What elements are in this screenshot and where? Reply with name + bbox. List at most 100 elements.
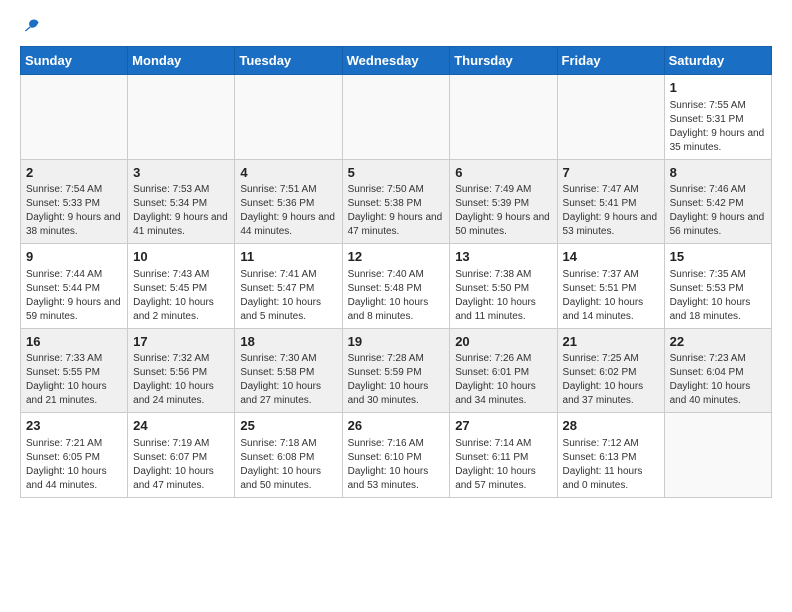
weekday-header-wednesday: Wednesday xyxy=(342,47,450,75)
day-number: 19 xyxy=(348,333,445,351)
calendar-cell: 14 Sunrise: 7:37 AM Sunset: 5:51 PM Dayli… xyxy=(557,244,664,329)
day-info: Sunrise: 7:25 AM Sunset: 6:02 PM Dayligh… xyxy=(563,352,659,408)
day-info: Sunrise: 7:37 AM Sunset: 5:51 PM Dayligh… xyxy=(563,268,659,324)
calendar-cell: 13 Sunrise: 7:38 AM Sunset: 5:50 PM Dayli… xyxy=(450,244,557,329)
day-number: 11 xyxy=(240,248,336,266)
weekday-header-tuesday: Tuesday xyxy=(235,47,342,75)
day-info: Sunrise: 7:54 AM Sunset: 5:33 PM Dayligh… xyxy=(26,183,122,239)
day-number: 12 xyxy=(348,248,445,266)
calendar-cell xyxy=(128,75,235,160)
calendar-cell: 5Sunrise: 7:50 AM Sunset: 5:38 PM Daylig… xyxy=(342,159,450,244)
day-info: Sunrise: 7:14 AM Sunset: 6:11 PM Dayligh… xyxy=(455,437,551,493)
day-info: Sunrise: 7:35 AM Sunset: 5:53 PM Dayligh… xyxy=(670,268,766,324)
weekday-header-monday: Monday xyxy=(128,47,235,75)
calendar-cell xyxy=(664,413,771,498)
day-number: 28 xyxy=(563,417,659,435)
calendar-cell: 25Sunrise: 7:18 AM Sunset: 6:08 PM Dayli… xyxy=(235,413,342,498)
day-info: Sunrise: 7:47 AM Sunset: 5:41 PM Dayligh… xyxy=(563,183,659,239)
calendar-cell: 2Sunrise: 7:54 AM Sunset: 5:33 PM Daylig… xyxy=(21,159,128,244)
day-info: Sunrise: 7:26 AM Sunset: 6:01 PM Dayligh… xyxy=(455,352,551,408)
day-info: Sunrise: 7:28 AM Sunset: 5:59 PM Dayligh… xyxy=(348,352,445,408)
header xyxy=(20,16,772,36)
day-info: Sunrise: 7:23 AM Sunset: 6:04 PM Dayligh… xyxy=(670,352,766,408)
day-info: Sunrise: 7:21 AM Sunset: 6:05 PM Dayligh… xyxy=(26,437,122,493)
day-info: Sunrise: 7:30 AM Sunset: 5:58 PM Dayligh… xyxy=(240,352,336,408)
day-number: 21 xyxy=(563,333,659,351)
day-info: Sunrise: 7:44 AM Sunset: 5:44 PM Dayligh… xyxy=(26,268,122,324)
day-number: 16 xyxy=(26,333,122,351)
day-number: 1 xyxy=(670,79,766,97)
day-number: 5 xyxy=(348,164,445,182)
day-info: Sunrise: 7:43 AM Sunset: 5:45 PM Dayligh… xyxy=(133,268,229,324)
calendar-cell xyxy=(235,75,342,160)
calendar-cell: 12 Sunrise: 7:40 AM Sunset: 5:48 PM Dayli… xyxy=(342,244,450,329)
day-info: Sunrise: 7:12 AM Sunset: 6:13 PM Dayligh… xyxy=(563,437,659,493)
logo-bird-icon xyxy=(22,16,42,36)
weekday-header-sunday: Sunday xyxy=(21,47,128,75)
day-info: Sunrise: 7:51 AM Sunset: 5:36 PM Dayligh… xyxy=(240,183,336,239)
calendar-cell: 19Sunrise: 7:28 AM Sunset: 5:59 PM Dayli… xyxy=(342,328,450,413)
calendar-cell: 8Sunrise: 7:46 AM Sunset: 5:42 PM Daylig… xyxy=(664,159,771,244)
calendar-cell: 6Sunrise: 7:49 AM Sunset: 5:39 PM Daylig… xyxy=(450,159,557,244)
day-number: 9 xyxy=(26,248,122,266)
day-number: 14 xyxy=(563,248,659,266)
day-number: 3 xyxy=(133,164,229,182)
day-info: Sunrise: 7:50 AM Sunset: 5:38 PM Dayligh… xyxy=(348,183,445,239)
day-info: Sunrise: 7:40 AM Sunset: 5:48 PM Dayligh… xyxy=(348,268,445,324)
weekday-header-saturday: Saturday xyxy=(664,47,771,75)
day-number: 15 xyxy=(670,248,766,266)
day-info: Sunrise: 7:53 AM Sunset: 5:34 PM Dayligh… xyxy=(133,183,229,239)
day-info: Sunrise: 7:18 AM Sunset: 6:08 PM Dayligh… xyxy=(240,437,336,493)
calendar-cell: 7Sunrise: 7:47 AM Sunset: 5:41 PM Daylig… xyxy=(557,159,664,244)
calendar-cell xyxy=(342,75,450,160)
day-info: Sunrise: 7:32 AM Sunset: 5:56 PM Dayligh… xyxy=(133,352,229,408)
day-number: 27 xyxy=(455,417,551,435)
calendar-cell: 20Sunrise: 7:26 AM Sunset: 6:01 PM Dayli… xyxy=(450,328,557,413)
day-number: 18 xyxy=(240,333,336,351)
day-number: 17 xyxy=(133,333,229,351)
calendar-cell: 16Sunrise: 7:33 AM Sunset: 5:55 PM Dayli… xyxy=(21,328,128,413)
day-number: 13 xyxy=(455,248,551,266)
calendar-cell: 27 Sunrise: 7:14 AM Sunset: 6:11 PM Dayli… xyxy=(450,413,557,498)
calendar-cell: 18Sunrise: 7:30 AM Sunset: 5:58 PM Dayli… xyxy=(235,328,342,413)
day-number: 6 xyxy=(455,164,551,182)
logo xyxy=(20,16,42,36)
day-info: Sunrise: 7:55 AM Sunset: 5:31 PM Dayligh… xyxy=(670,99,766,155)
calendar-week-row: 2Sunrise: 7:54 AM Sunset: 5:33 PM Daylig… xyxy=(21,159,772,244)
day-info: Sunrise: 7:46 AM Sunset: 5:42 PM Dayligh… xyxy=(670,183,766,239)
day-number: 8 xyxy=(670,164,766,182)
calendar-cell: 11 Sunrise: 7:41 AM Sunset: 5:47 PM Dayli… xyxy=(235,244,342,329)
weekday-header-friday: Friday xyxy=(557,47,664,75)
day-info: Sunrise: 7:49 AM Sunset: 5:39 PM Dayligh… xyxy=(455,183,551,239)
day-info: Sunrise: 7:19 AM Sunset: 6:07 PM Dayligh… xyxy=(133,437,229,493)
calendar-cell: 28 Sunrise: 7:12 AM Sunset: 6:13 PM Dayli… xyxy=(557,413,664,498)
calendar-cell: 15 Sunrise: 7:35 AM Sunset: 5:53 PM Dayli… xyxy=(664,244,771,329)
calendar-cell: 23 Sunrise: 7:21 AM Sunset: 6:05 PM Dayli… xyxy=(21,413,128,498)
calendar-cell: 10 Sunrise: 7:43 AM Sunset: 5:45 PM Dayli… xyxy=(128,244,235,329)
day-number: 23 xyxy=(26,417,122,435)
calendar-cell xyxy=(557,75,664,160)
day-number: 7 xyxy=(563,164,659,182)
calendar-cell xyxy=(450,75,557,160)
calendar-cell: 21Sunrise: 7:25 AM Sunset: 6:02 PM Dayli… xyxy=(557,328,664,413)
calendar-week-row: 16Sunrise: 7:33 AM Sunset: 5:55 PM Dayli… xyxy=(21,328,772,413)
calendar-week-row: 9 Sunrise: 7:44 AM Sunset: 5:44 PM Daylig… xyxy=(21,244,772,329)
day-number: 10 xyxy=(133,248,229,266)
day-number: 24 xyxy=(133,417,229,435)
day-number: 20 xyxy=(455,333,551,351)
calendar-cell: 3Sunrise: 7:53 AM Sunset: 5:34 PM Daylig… xyxy=(128,159,235,244)
calendar-cell: 4Sunrise: 7:51 AM Sunset: 5:36 PM Daylig… xyxy=(235,159,342,244)
calendar-cell: 26Sunrise: 7:16 AM Sunset: 6:10 PM Dayli… xyxy=(342,413,450,498)
day-info: Sunrise: 7:41 AM Sunset: 5:47 PM Dayligh… xyxy=(240,268,336,324)
weekday-header-thursday: Thursday xyxy=(450,47,557,75)
day-info: Sunrise: 7:33 AM Sunset: 5:55 PM Dayligh… xyxy=(26,352,122,408)
calendar-week-row: 1 Sunrise: 7:55 AM Sunset: 5:31 PM Daylig… xyxy=(21,75,772,160)
day-info: Sunrise: 7:38 AM Sunset: 5:50 PM Dayligh… xyxy=(455,268,551,324)
calendar-week-row: 23 Sunrise: 7:21 AM Sunset: 6:05 PM Dayli… xyxy=(21,413,772,498)
calendar-cell: 24 Sunrise: 7:19 AM Sunset: 6:07 PM Dayli… xyxy=(128,413,235,498)
day-number: 22 xyxy=(670,333,766,351)
day-number: 4 xyxy=(240,164,336,182)
page-container: SundayMondayTuesdayWednesdayThursdayFrid… xyxy=(0,0,792,514)
calendar-cell xyxy=(21,75,128,160)
calendar-cell: 9 Sunrise: 7:44 AM Sunset: 5:44 PM Daylig… xyxy=(21,244,128,329)
